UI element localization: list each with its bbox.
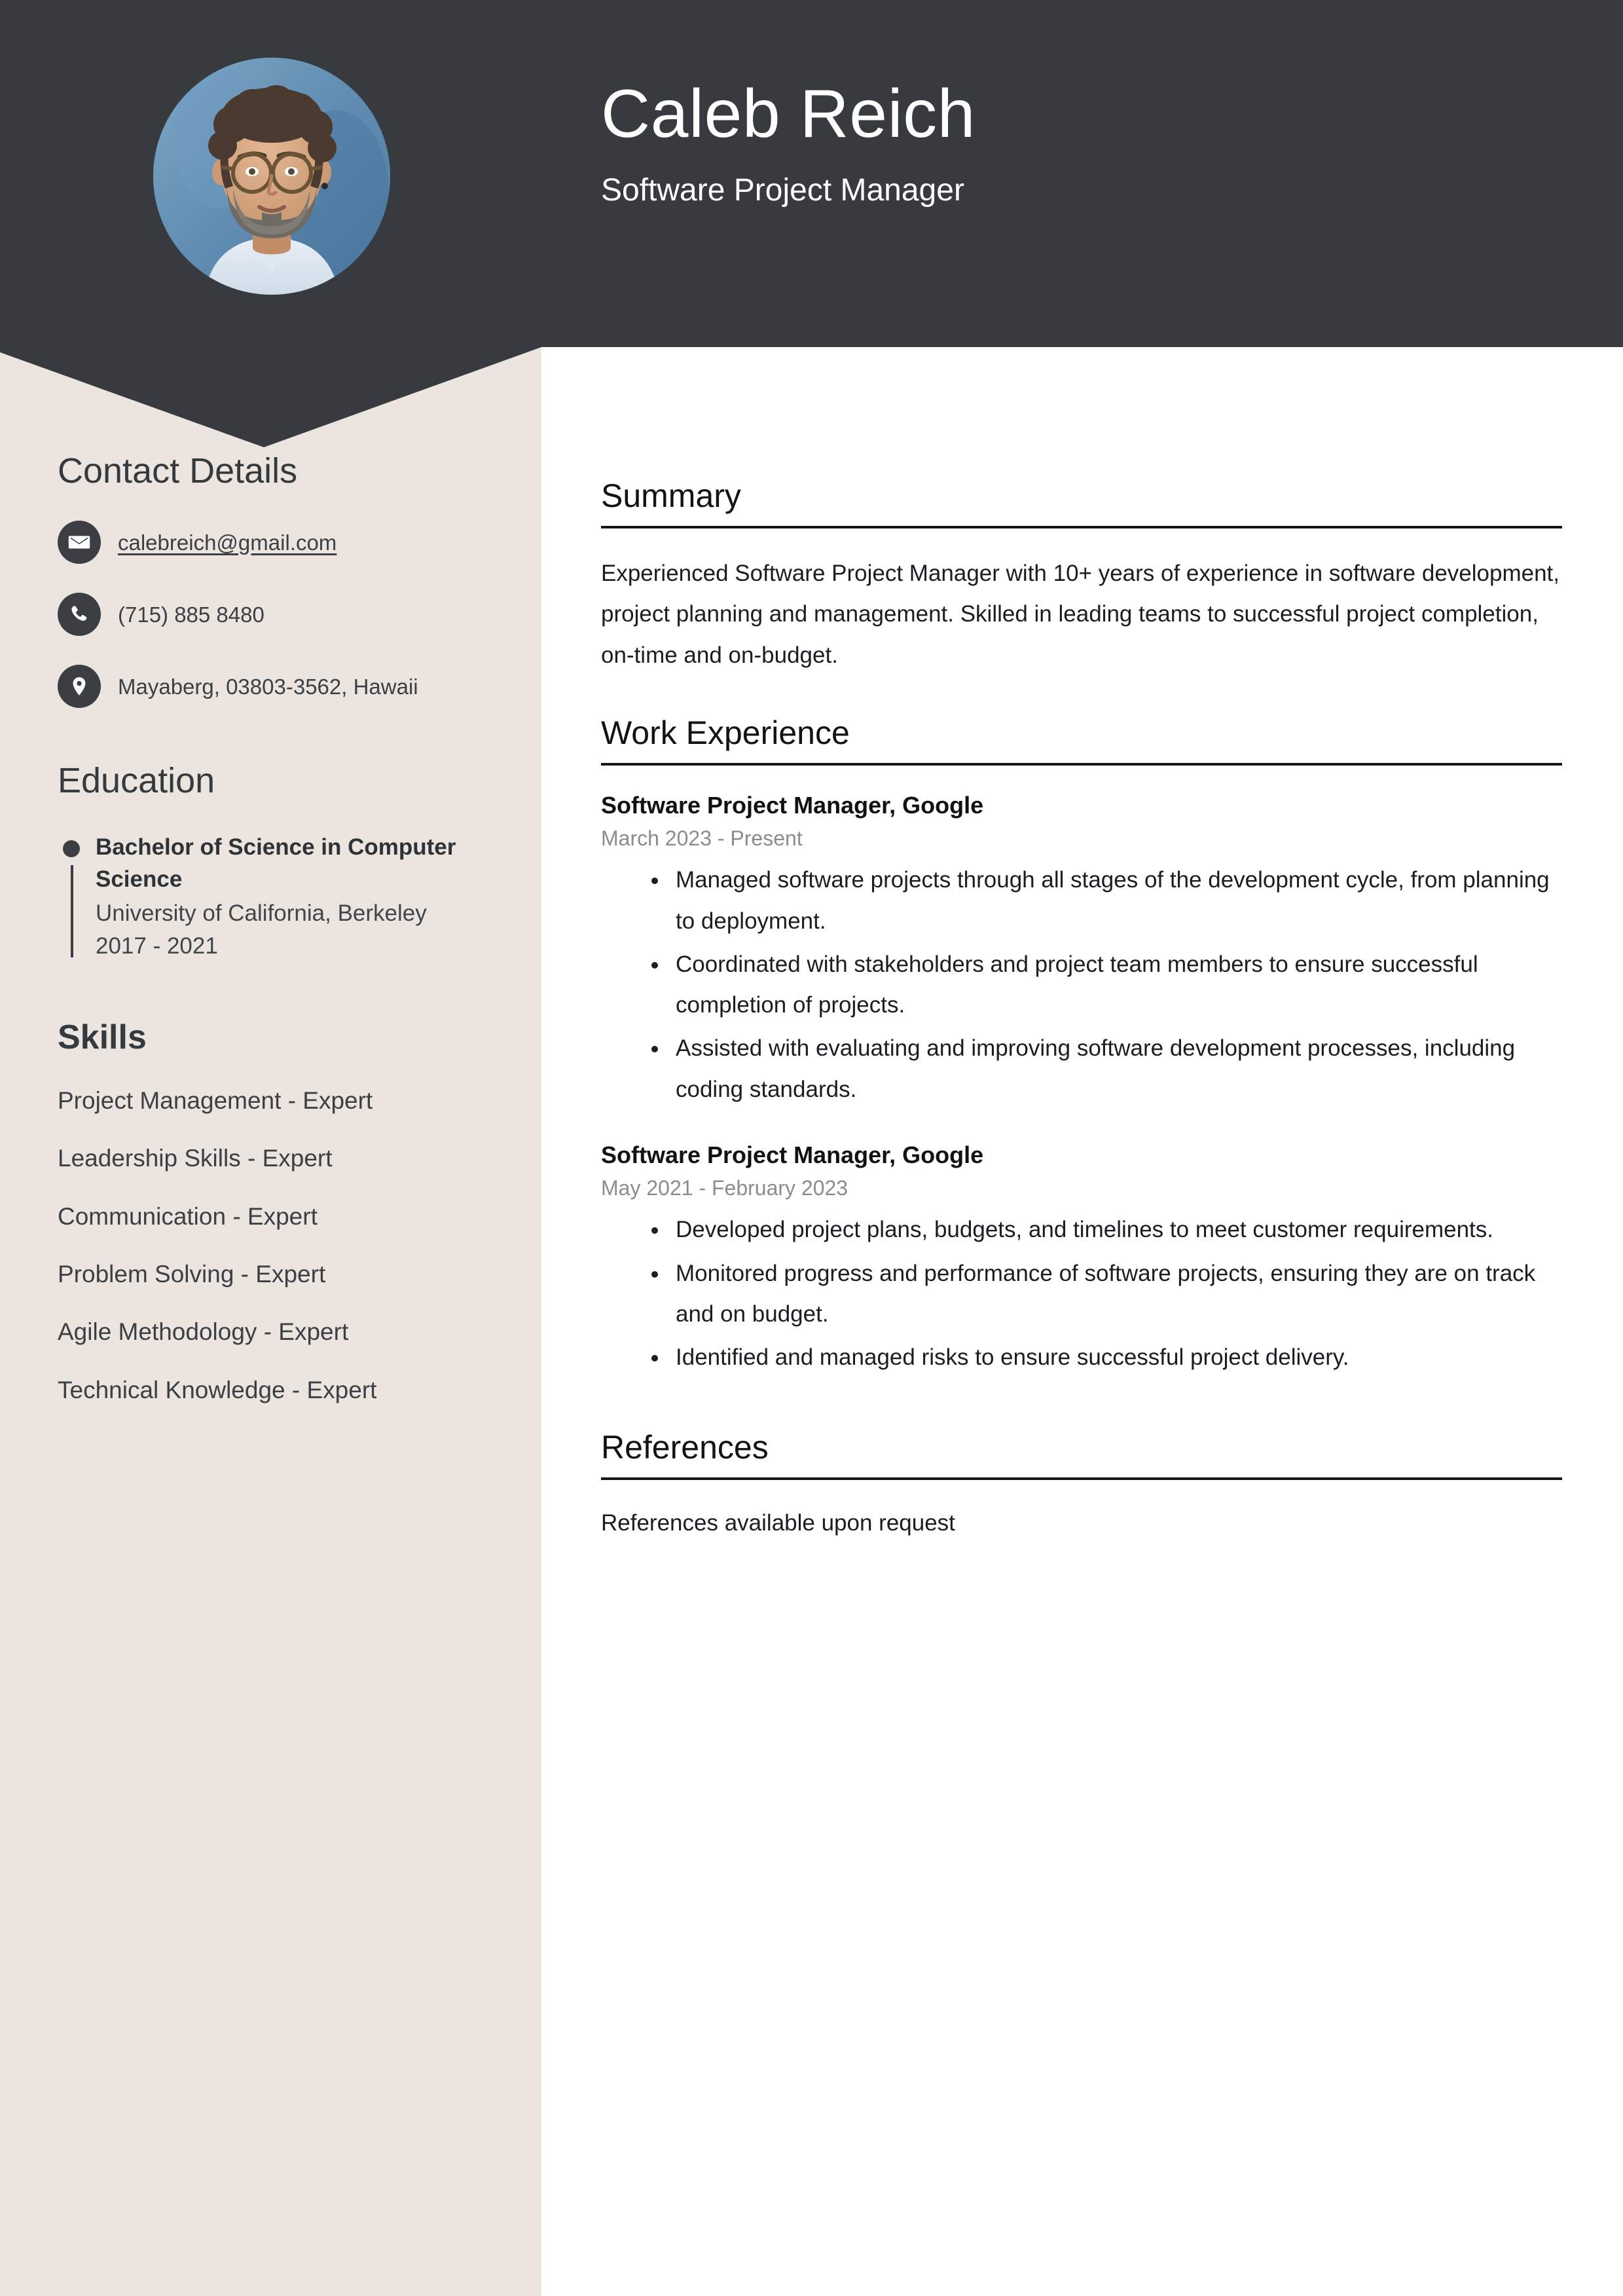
header-text-block: Caleb Reich Software Project Manager	[601, 76, 1518, 208]
skill-item: Project Management - Expert	[58, 1086, 373, 1114]
header-job-title: Software Project Manager	[601, 173, 964, 208]
skill-item: Leadership Skills - Expert	[58, 1145, 333, 1172]
summary-section: Summary Experienced Software Project Man…	[601, 478, 1562, 676]
job-bullet-list: Developed project plans, budgets, and ti…	[601, 1210, 1562, 1378]
phone-icon	[58, 593, 101, 637]
timeline-line	[71, 864, 73, 957]
contact-location-value[interactable]: Mayaberg, 03803-3562, Hawaii	[118, 674, 418, 700]
job-bullet: Identified and managed risks to ensure s…	[669, 1337, 1562, 1378]
summary-heading: Summary	[601, 477, 741, 514]
contact-details-heading: Contact Details	[58, 451, 298, 491]
job-role: Software Project Manager, Google	[601, 791, 984, 819]
skill-item: Technical Knowledge - Expert	[58, 1376, 377, 1403]
references-heading: References	[601, 1428, 769, 1466]
skills-section: Skills Project Management - Expert Leade…	[58, 1018, 489, 1405]
skills-heading: Skills	[58, 1018, 147, 1056]
contact-item-location[interactable]: Mayaberg, 03803-3562, Hawaii	[58, 665, 489, 709]
email-icon	[58, 521, 101, 565]
main-column: Summary Experienced Software Project Man…	[601, 478, 1562, 1581]
job-entry: Software Project Manager, Google May 202…	[601, 1140, 1562, 1379]
job-dates: May 2021 - February 2023	[601, 1176, 848, 1200]
job-dates: March 2023 - Present	[601, 826, 803, 850]
education-dates: 2017 - 2021	[96, 933, 218, 959]
work-experience-divider	[601, 762, 1562, 766]
summary-divider	[601, 526, 1562, 528]
skill-item: Communication - Expert	[58, 1202, 318, 1230]
job-bullet: Monitored progress and performance of so…	[669, 1253, 1562, 1335]
skill-item: Problem Solving - Expert	[58, 1260, 326, 1287]
job-entry: Software Project Manager, Google March 2…	[601, 790, 1562, 1110]
job-bullet: Coordinated with stakeholders and projec…	[669, 944, 1562, 1026]
references-section: References References available upon req…	[601, 1428, 1562, 1542]
education-heading: Education	[58, 761, 215, 801]
skill-item: Agile Methodology - Expert	[58, 1318, 349, 1346]
resume-page: Caleb Reich Software Project Manager Con…	[0, 0, 1623, 2296]
job-bullet-list: Managed software projects through all st…	[601, 860, 1562, 1110]
references-text: References available upon request	[601, 1509, 955, 1536]
location-icon	[58, 665, 101, 709]
education-item: Bachelor of Science in Computer Science …	[58, 831, 489, 963]
education-section: Education Bachelor of Science in Compute…	[58, 761, 489, 963]
summary-text: Experienced Software Project Manager wit…	[601, 561, 1559, 668]
sidebar: Contact Details calebreich@gmail.com (71…	[0, 451, 541, 1434]
contact-item-email[interactable]: calebreich@gmail.com	[58, 521, 489, 565]
contact-list: calebreich@gmail.com (715) 885 8480 Maya…	[58, 521, 489, 709]
contact-phone-value[interactable]: (715) 885 8480	[118, 602, 264, 628]
contact-email-value[interactable]: calebreich@gmail.com	[118, 530, 337, 556]
job-bullet: Assisted with evaluating and improving s…	[669, 1028, 1562, 1110]
references-divider	[601, 1477, 1562, 1480]
timeline-dot-icon	[63, 840, 80, 857]
work-experience-heading: Work Experience	[601, 714, 850, 751]
page-title: Caleb Reich	[601, 76, 976, 152]
contact-details-section: Contact Details calebreich@gmail.com (71…	[58, 451, 489, 709]
education-degree: Bachelor of Science in Computer Science	[96, 834, 456, 893]
education-school: University of California, Berkeley	[96, 900, 427, 927]
contact-item-phone[interactable]: (715) 885 8480	[58, 593, 489, 637]
job-role: Software Project Manager, Google	[601, 1141, 984, 1169]
work-experience-section: Work Experience Software Project Manager…	[601, 714, 1562, 1379]
job-bullet: Developed project plans, budgets, and ti…	[669, 1210, 1562, 1250]
profile-photo-icon	[153, 58, 390, 295]
avatar	[153, 58, 390, 295]
job-bullet: Managed software projects through all st…	[669, 860, 1562, 942]
